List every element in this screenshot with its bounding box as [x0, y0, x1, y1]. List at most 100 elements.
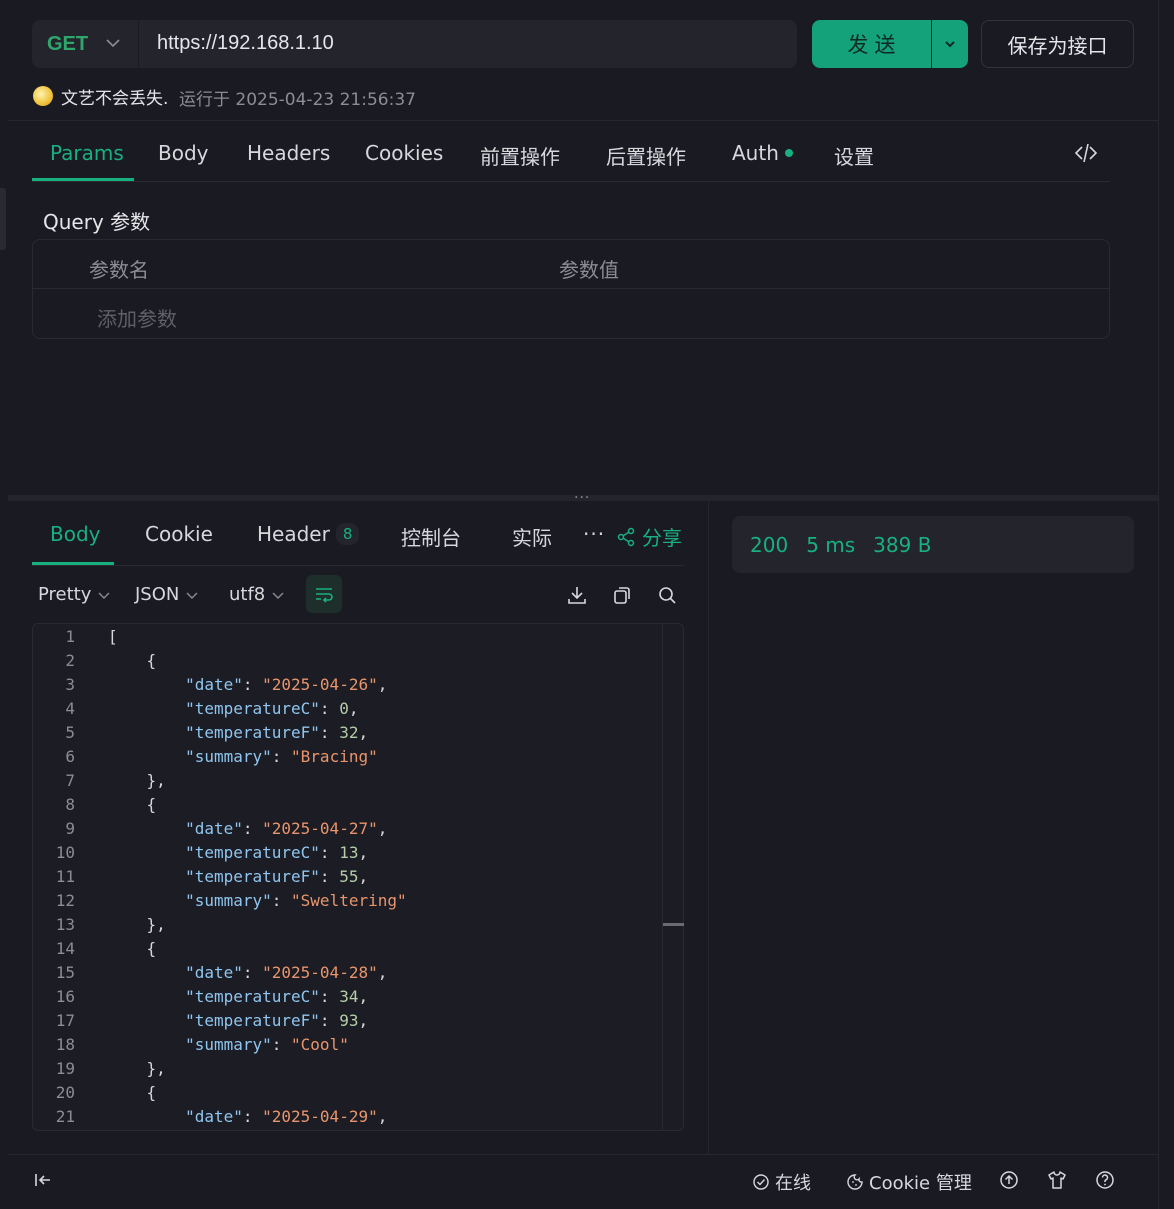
line-number: 8	[65, 795, 75, 814]
tab-pre-operations[interactable]: 前置操作	[480, 141, 560, 170]
response-size: 389 B	[873, 532, 932, 557]
response-time: 5 ms	[806, 532, 856, 557]
vertical-splitter[interactable]	[708, 501, 709, 1154]
more-tabs-button[interactable]: ···	[583, 522, 605, 546]
tab-auth[interactable]: Auth	[732, 141, 793, 165]
code-text: },	[108, 1059, 166, 1078]
line-number: 11	[55, 867, 75, 886]
language-select[interactable]: JSON	[135, 584, 199, 605]
save-as-api-button[interactable]: 保存为接口	[981, 20, 1134, 68]
code-line: 18 "summary": "Cool"	[33, 1033, 663, 1057]
line-number: 15	[55, 963, 75, 982]
code-text: {	[108, 795, 157, 814]
share-icon	[617, 527, 635, 546]
code-text: "temperatureC": 0,	[185, 699, 359, 718]
response-tab-cookie[interactable]: Cookie	[145, 522, 213, 546]
divider	[32, 565, 684, 566]
tab-post-operations[interactable]: 后置操作	[606, 141, 686, 170]
scrollbar[interactable]	[662, 623, 663, 1131]
help-icon[interactable]	[1094, 1169, 1116, 1191]
response-tab-actual[interactable]: 实际	[512, 522, 552, 551]
tab-settings[interactable]: 设置	[834, 141, 874, 170]
code-line: 7 },	[33, 769, 663, 793]
code-text: "temperatureC": 13,	[185, 843, 369, 862]
code-line: 17 "temperatureF": 93,	[33, 1009, 663, 1033]
search-icon[interactable]	[656, 584, 678, 606]
code-line: 11 "temperatureF": 55,	[33, 865, 663, 889]
code-text: "date": "2025-04-29",	[185, 1107, 388, 1126]
line-number: 5	[65, 723, 75, 742]
add-param-input[interactable]: 添加参数	[97, 303, 177, 332]
response-tab-console[interactable]: 控制台	[401, 522, 461, 551]
send-dropdown-button[interactable]	[932, 20, 968, 68]
code-icon[interactable]	[1074, 141, 1098, 165]
line-number: 18	[55, 1035, 75, 1054]
auth-status-dot	[784, 148, 793, 157]
scrollbar-thumb[interactable]	[663, 923, 684, 926]
code-text: "date": "2025-04-27",	[185, 819, 388, 838]
status-code: 200	[750, 532, 789, 557]
code-text: },	[108, 771, 166, 790]
divider	[8, 120, 1158, 121]
format-label: Pretty	[38, 584, 92, 605]
runner-name: 文艺不会丢失.	[61, 89, 169, 109]
url-input[interactable]: https://192.168.1.10	[157, 32, 334, 55]
tab-cookies[interactable]: Cookies	[365, 141, 443, 165]
tab-headers[interactable]: Headers	[247, 141, 330, 165]
tab-params[interactable]: Params	[50, 141, 124, 165]
check-circle-icon	[753, 1174, 769, 1190]
param-name-header: 参数名	[89, 258, 149, 282]
line-number: 6	[65, 747, 75, 766]
request-bar	[32, 20, 797, 68]
response-tab-header-label: Header	[257, 522, 330, 546]
code-line: 14 {	[33, 937, 663, 961]
upload-icon[interactable]	[998, 1169, 1020, 1191]
drag-handle-icon[interactable]: ···	[574, 490, 590, 506]
collapse-sidebar-icon[interactable]	[32, 1169, 54, 1191]
divider	[32, 181, 1110, 182]
response-tab-body[interactable]: Body	[50, 522, 101, 546]
share-button[interactable]: 分享	[616, 522, 682, 551]
chevron-down-icon	[98, 592, 110, 599]
cookie-manager-button[interactable]: Cookie 管理	[846, 1169, 972, 1195]
code-text: "temperatureF": 32,	[185, 723, 369, 742]
copy-icon[interactable]	[611, 584, 633, 606]
code-line: 3 "date": "2025-04-26",	[33, 673, 663, 697]
code-line: 1[	[33, 625, 663, 649]
line-number: 17	[55, 1011, 75, 1030]
code-text: "date": "2025-04-28",	[185, 963, 388, 982]
line-number: 14	[55, 939, 75, 958]
divider	[33, 288, 1109, 289]
code-line: 8 {	[33, 793, 663, 817]
tab-auth-label: Auth	[732, 141, 779, 165]
method-select[interactable]: GET	[47, 33, 88, 56]
left-resize-handle[interactable]	[0, 188, 6, 250]
line-number: 7	[65, 771, 75, 790]
chevron-down-icon[interactable]	[104, 34, 122, 52]
tab-body[interactable]: Body	[158, 141, 209, 165]
code-text: {	[108, 939, 157, 958]
encoding-label: utf8	[229, 584, 266, 605]
code-line: 10 "temperatureC": 13,	[33, 841, 663, 865]
line-number: 16	[55, 987, 75, 1006]
code-text: "temperatureF": 93,	[185, 1011, 369, 1030]
code-line: 12 "summary": "Sweltering"	[33, 889, 663, 913]
code-text: },	[108, 915, 166, 934]
response-tab-header[interactable]: Header 8	[257, 522, 360, 547]
online-status[interactable]: 在线	[752, 1169, 811, 1195]
code-text: "summary": "Cool"	[185, 1035, 349, 1054]
download-icon[interactable]	[566, 584, 588, 606]
format-select[interactable]: Pretty	[38, 584, 111, 605]
line-number: 3	[65, 675, 75, 694]
line-number: 12	[55, 891, 75, 910]
send-button[interactable]: 发送	[812, 20, 931, 68]
line-number: 9	[65, 819, 75, 838]
response-status: 200 5 ms 389 B	[732, 516, 1134, 573]
word-wrap-button[interactable]	[306, 575, 342, 613]
code-line: 9 "date": "2025-04-27",	[33, 817, 663, 841]
divider	[8, 1154, 1158, 1155]
response-body-viewer[interactable]: 1[2 {3 "date": "2025-04-26", 4 "temperatu…	[32, 623, 684, 1131]
shirt-icon[interactable]	[1046, 1169, 1068, 1191]
encoding-select[interactable]: utf8	[229, 584, 285, 605]
code-line: 20 {	[33, 1081, 663, 1105]
